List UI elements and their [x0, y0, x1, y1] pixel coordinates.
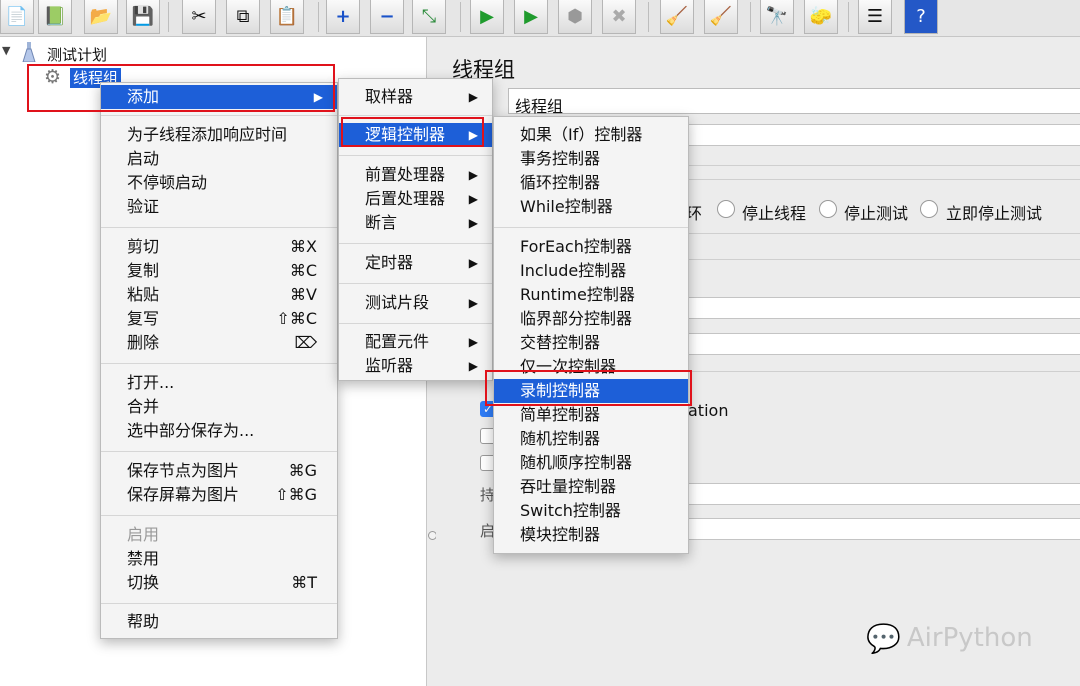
- menu-item-paste[interactable]: 粘贴 ⌘V: [101, 283, 337, 307]
- menu-item-loop-controller[interactable]: 循环控制器: [494, 171, 688, 195]
- menu-item-module-controller[interactable]: 模块控制器: [494, 523, 688, 547]
- menu-item-transaction-controller[interactable]: 事务控制器: [494, 147, 688, 171]
- save-icon[interactable]: 💾: [126, 0, 160, 34]
- radio-label-stop-test-now: 立即停止测试: [946, 204, 1043, 223]
- cut-icon[interactable]: ✂: [182, 0, 216, 34]
- menu-item-timer[interactable]: 定时器 ▶: [339, 251, 492, 275]
- submenu-arrow-icon: ▶: [468, 192, 478, 206]
- radio-stop-test-now[interactable]: [920, 200, 938, 218]
- radio-stop-test[interactable]: [819, 200, 837, 218]
- menu-item-logic-controller[interactable]: 逻辑控制器 ▶: [339, 123, 492, 147]
- menu-item-while-controller[interactable]: While控制器: [494, 195, 688, 219]
- menu-item-pre-processor[interactable]: 前置处理器 ▶: [339, 163, 492, 187]
- submenu-arrow-icon: ▶: [468, 296, 478, 310]
- menu-item-add[interactable]: 添加 ▶: [101, 85, 337, 109]
- submenu-arrow-icon: ▶: [468, 216, 478, 230]
- copy-icon[interactable]: ⧉: [226, 0, 260, 34]
- menu-item-recording-controller[interactable]: 录制控制器: [494, 379, 688, 403]
- menu-item-start-no-pause[interactable]: 不停顿启动: [101, 171, 337, 195]
- radio-label-stop-thread: 停止线程: [742, 204, 807, 223]
- gear-icon: ⚙: [44, 66, 62, 88]
- menu-item-start[interactable]: 启动: [101, 147, 337, 171]
- toggle-icon[interactable]: ⤡: [412, 0, 446, 34]
- submenu-arrow-icon: ▶: [468, 256, 478, 270]
- tree-item-test-plan[interactable]: 测试计划: [47, 44, 107, 65]
- menu-item-save-screen-image[interactable]: 保存屏幕为图片 ⇧⌘G: [101, 483, 337, 507]
- watermark: 💬 AirPython: [866, 618, 1033, 658]
- menu-item-runtime-controller[interactable]: Runtime控制器: [494, 283, 688, 307]
- menu-item-random-order-controller[interactable]: 随机顺序控制器: [494, 451, 688, 475]
- menu-item-add-response-time[interactable]: 为子线程添加响应时间: [101, 123, 337, 147]
- menu-item-duplicate[interactable]: 复写 ⇧⌘C: [101, 307, 337, 331]
- clear-all-icon[interactable]: 🧹: [704, 0, 738, 34]
- templates-icon[interactable]: 📗: [38, 0, 72, 34]
- menu-item-help[interactable]: 帮助: [101, 610, 337, 634]
- menu-item-cut[interactable]: 剪切 ⌘X: [101, 235, 337, 259]
- menu-item-throughput-controller[interactable]: 吞吐量控制器: [494, 475, 688, 499]
- menu-item-listener[interactable]: 监听器 ▶: [339, 354, 492, 378]
- reset-search-icon[interactable]: 🧽: [804, 0, 838, 34]
- menu-item-assertion[interactable]: 断言 ▶: [339, 211, 492, 235]
- paste-icon[interactable]: 📋: [270, 0, 304, 34]
- function-helper-icon[interactable]: ☰: [858, 0, 892, 34]
- stop-icon[interactable]: ⬢: [558, 0, 592, 34]
- submenu-arrow-icon: ▶: [313, 90, 323, 104]
- expand-icon[interactable]: +: [326, 0, 360, 34]
- context-menu: 添加 ▶ 为子线程添加响应时间 启动 不停顿启动 验证 剪切 ⌘X 复制 ⌘C 粘贴 ⌘…: [100, 82, 338, 639]
- menu-item-random-controller[interactable]: 随机控制器: [494, 427, 688, 451]
- start-icon[interactable]: ▶: [470, 0, 504, 34]
- menu-item-include-controller[interactable]: Include控制器: [494, 259, 688, 283]
- submenu-arrow-icon: ▶: [468, 90, 478, 104]
- start-no-pause-icon[interactable]: ▶: [514, 0, 548, 34]
- menu-item-switch-controller[interactable]: Switch控制器: [494, 499, 688, 523]
- menu-item-critical-section-controller[interactable]: 临界部分控制器: [494, 307, 688, 331]
- toolbar: 📄 📗 📂 💾 ✂ ⧉ 📋 + − ⤡ ▶ ▶ ⬢ ✖ 🧹 🧹 🔭 🧽 ☰ ?: [0, 0, 1080, 37]
- new-icon[interactable]: 📄: [0, 0, 34, 34]
- name-input[interactable]: 线程组: [508, 88, 1080, 116]
- watermark-text: AirPython: [906, 623, 1033, 653]
- menu-item-interleave-controller[interactable]: 交替控制器: [494, 331, 688, 355]
- menu-item-save-node-image[interactable]: 保存节点为图片 ⌘G: [101, 459, 337, 483]
- submenu-arrow-icon: ▶: [468, 168, 478, 182]
- tree-expand-toggle-icon[interactable]: ▼: [2, 44, 10, 57]
- submenu-arrow-icon: ▶: [468, 359, 478, 373]
- add-submenu: 取样器 ▶ 逻辑控制器 ▶ 前置处理器 ▶ 后置处理器 ▶ 断言 ▶ 定时器 ▶ 测试片段 ▶…: [338, 78, 493, 381]
- radio-label-stop-test: 停止测试: [844, 204, 909, 223]
- menu-item-sampler[interactable]: 取样器 ▶: [339, 85, 492, 109]
- clear-icon[interactable]: 🧹: [660, 0, 694, 34]
- menu-item-once-only-controller[interactable]: 仅一次控制器: [494, 355, 688, 379]
- menu-item-config-element[interactable]: 配置元件 ▶: [339, 330, 492, 354]
- radio-stop-thread[interactable]: [717, 200, 735, 218]
- logic-controller-submenu: 如果（If）控制器 事务控制器 循环控制器 While控制器 ForEach控制…: [493, 116, 689, 554]
- menu-item-toggle[interactable]: 切换 ⌘T: [101, 571, 337, 595]
- help-icon[interactable]: ?: [904, 0, 938, 34]
- open-icon[interactable]: 📂: [84, 0, 118, 34]
- submenu-arrow-icon: ▶: [468, 128, 478, 142]
- shutdown-icon[interactable]: ✖: [602, 0, 636, 34]
- checkbox-label-partial: ation: [688, 401, 729, 420]
- menu-item-save-selection-as[interactable]: 选中部分保存为...: [101, 419, 337, 443]
- wechat-icon: 💬: [866, 621, 901, 655]
- search-icon[interactable]: 🔭: [760, 0, 794, 34]
- menu-item-copy[interactable]: 复制 ⌘C: [101, 259, 337, 283]
- menu-item-enable: 启用: [127, 525, 160, 544]
- menu-item-foreach-controller[interactable]: ForEach控制器: [494, 235, 688, 259]
- menu-item-test-fragment[interactable]: 测试片段 ▶: [339, 291, 492, 315]
- submenu-arrow-icon: ▶: [468, 335, 478, 349]
- menu-item-disable[interactable]: 禁用: [101, 547, 337, 571]
- test-plan-icon: [22, 42, 36, 62]
- collapse-icon[interactable]: −: [370, 0, 404, 34]
- menu-item-validate[interactable]: 验证: [101, 195, 337, 219]
- menu-item-if-controller[interactable]: 如果（If）控制器: [494, 123, 688, 147]
- menu-item-post-processor[interactable]: 后置处理器 ▶: [339, 187, 492, 211]
- menu-item-open[interactable]: 打开...: [101, 371, 337, 395]
- menu-item-simple-controller[interactable]: 简单控制器: [494, 403, 688, 427]
- menu-item-merge[interactable]: 合并: [101, 395, 337, 419]
- menu-item-delete[interactable]: 删除 ⌦: [101, 331, 337, 355]
